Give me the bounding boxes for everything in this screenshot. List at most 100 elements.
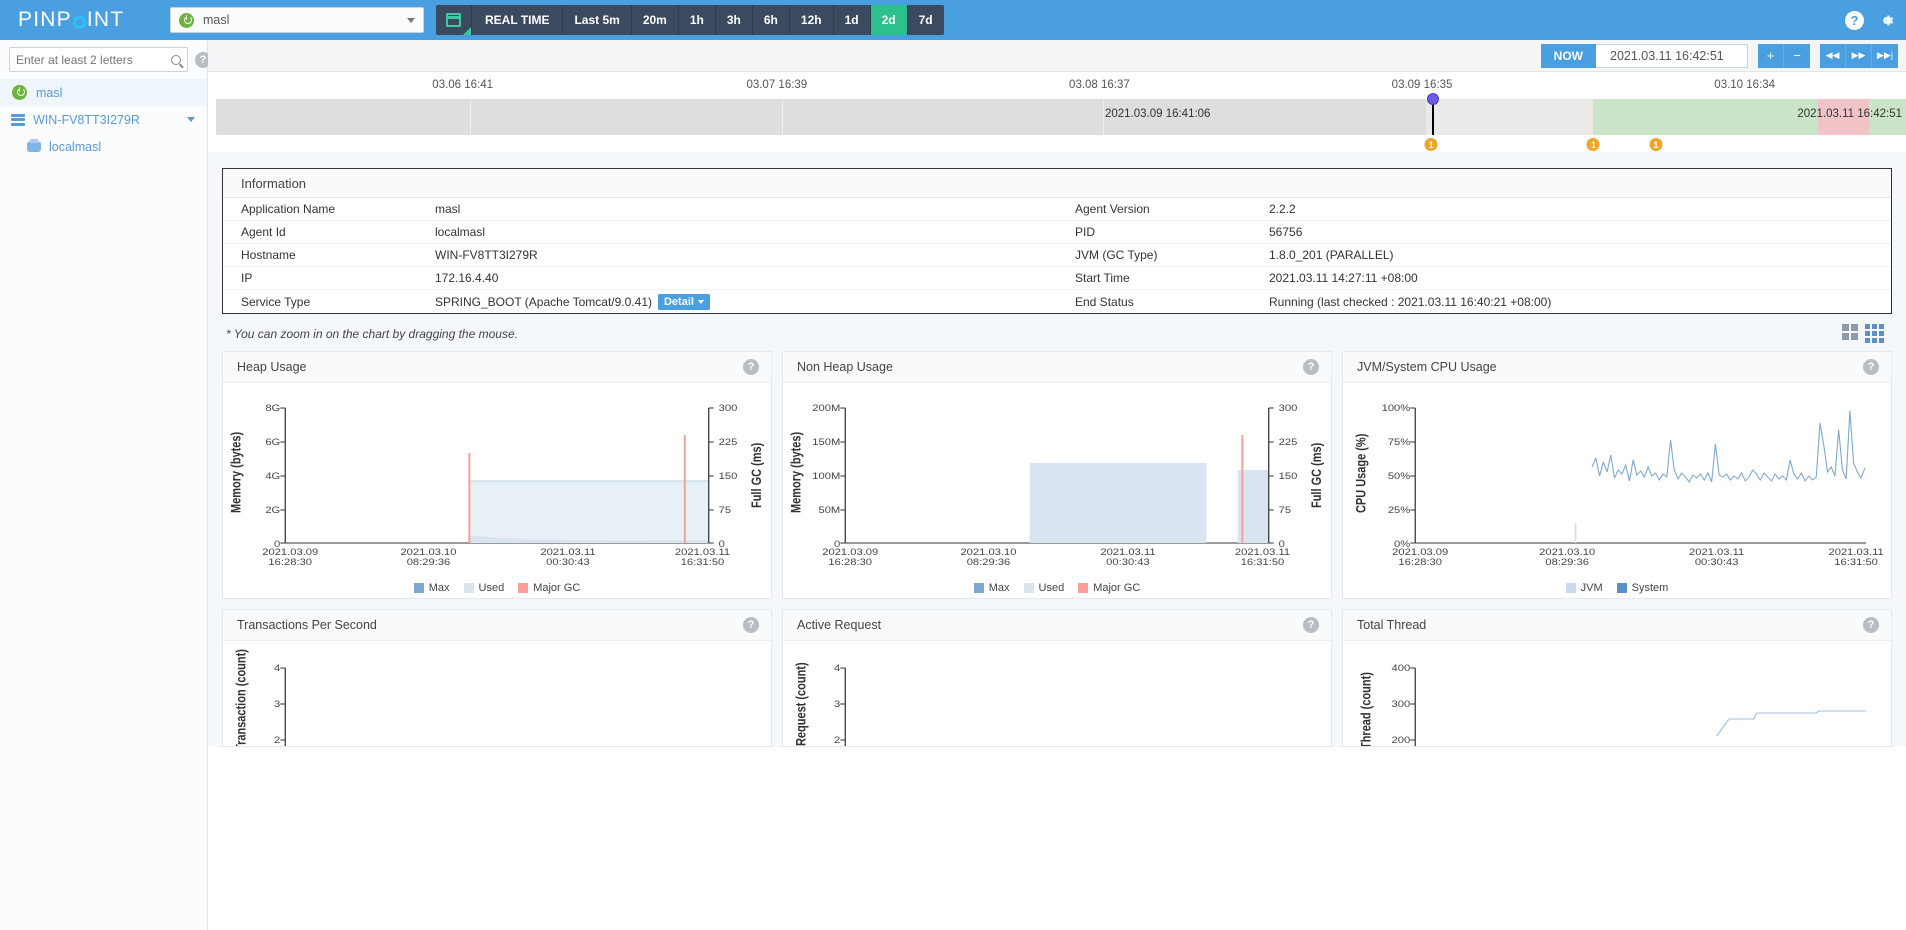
- time-button-last5m[interactable]: Last 5m: [563, 5, 632, 35]
- sidebar-search-row: ?: [0, 40, 211, 79]
- time-button-realtime[interactable]: REAL TIME: [472, 5, 564, 35]
- time-button-20m[interactable]: 20m: [632, 5, 679, 35]
- time-button-6h[interactable]: 6h: [753, 5, 790, 35]
- y-axis-title: Memory (bytes): [788, 432, 803, 513]
- chart-body[interactable]: Memory (bytes) 8G 6G 4G 2G 0 2021.03.09 …: [223, 383, 771, 598]
- help-icon[interactable]: ?: [1863, 617, 1879, 633]
- alert-badge[interactable]: 1: [1586, 138, 1600, 151]
- info-row-jvm: JVM (GC Type) 1.8.0_201 (PARALLEL): [1057, 244, 1891, 267]
- gear-icon[interactable]: [1877, 11, 1896, 30]
- time-button-12h[interactable]: 12h: [790, 5, 834, 35]
- last-button[interactable]: ▶▶|: [1872, 43, 1898, 68]
- calendar-button[interactable]: [436, 5, 472, 35]
- app-logo[interactable]: PINP INT: [0, 8, 170, 32]
- x-tick-line2: 00:30:43: [546, 558, 590, 568]
- time-button-1h[interactable]: 1h: [679, 5, 716, 35]
- chevron-down-icon[interactable]: [187, 117, 195, 122]
- agent-icon: [27, 138, 41, 152]
- time-button-2d[interactable]: 2d: [870, 5, 908, 35]
- chart-card-transactions-per-second: Transactions Per Second ? Transaction (c…: [222, 609, 772, 747]
- y-tick: 25%: [1388, 506, 1410, 516]
- info-key: IP: [241, 271, 253, 285]
- legend-item-used[interactable]: Used: [463, 582, 505, 594]
- x-tick-line1: 2021.03.11: [1689, 548, 1745, 558]
- non-heap-usage-plot[interactable]: Memory (bytes) 200M 150M 100M 50M 0 2021…: [783, 383, 1331, 598]
- help-icon[interactable]: ?: [1863, 359, 1879, 375]
- time-button-7d[interactable]: 7d: [908, 5, 944, 35]
- active-request-plot[interactable]: Request (count) 4 3 2: [783, 641, 1331, 746]
- legend-item-major-gc[interactable]: Major GC: [1078, 582, 1140, 594]
- timeline-track[interactable]: 2021.03.09 16:41:06 2021.03.11 16:42:51: [216, 99, 1906, 135]
- x-tick-line1: 2021.03.11: [540, 548, 596, 558]
- info-row-agent-version: Agent Version 2.2.2: [1057, 198, 1891, 221]
- cpu-usage-plot[interactable]: CPU Usage (%) 100% 75% 50% 25% 0% 2021.0…: [1343, 383, 1891, 598]
- y-tick: 3: [274, 700, 281, 710]
- info-value: 172.16.4.40: [435, 271, 499, 285]
- grid-3-icon[interactable]: [1865, 324, 1884, 343]
- zoom-out-button[interactable]: −: [1784, 43, 1810, 68]
- zoom-in-button[interactable]: +: [1758, 43, 1784, 68]
- time-button-label: REAL TIME: [485, 13, 550, 27]
- tps-plot[interactable]: Transaction (count) 4 3 2: [223, 641, 771, 746]
- chart-body[interactable]: Transaction (count) 4 3 2: [223, 641, 771, 746]
- total-thread-plot[interactable]: Thread (count) 400 300 200: [1343, 641, 1891, 746]
- y2-tick: 225: [1279, 438, 1298, 448]
- chart-body[interactable]: Request (count) 4 3 2: [783, 641, 1331, 746]
- chart-legend: Max Used Major GC: [223, 582, 771, 594]
- timeline-end-label: 2021.03.11 16:42:51: [1797, 108, 1902, 120]
- grid-2-icon[interactable]: [1842, 324, 1858, 343]
- next-button[interactable]: ▶▶: [1846, 43, 1872, 68]
- info-value-wrap: SPRING_BOOT (Apache Tomcat/9.0.41) Detai…: [435, 293, 1057, 310]
- time-button-1d[interactable]: 1d: [834, 5, 871, 35]
- heap-usage-plot[interactable]: Memory (bytes) 8G 6G 4G 2G 0 2021.03.09 …: [223, 383, 771, 598]
- x-tick-line2: 16:31:50: [1834, 558, 1878, 568]
- info-key: PID: [1075, 225, 1096, 239]
- info-row-hostname: Hostname WIN-FV8TT3I279R: [223, 244, 1057, 267]
- help-icon[interactable]: ?: [743, 359, 759, 375]
- chart-header: Heap Usage ?: [223, 352, 771, 383]
- legend-item-major-gc[interactable]: Major GC: [518, 582, 580, 594]
- help-icon[interactable]: ?: [1303, 359, 1319, 375]
- help-icon[interactable]: ?: [1845, 10, 1864, 30]
- chart-header: JVM/System CPU Usage ?: [1343, 352, 1891, 383]
- help-icon[interactable]: ?: [743, 617, 759, 633]
- help-icon[interactable]: ?: [1303, 617, 1319, 633]
- time-button-3h[interactable]: 3h: [716, 5, 753, 35]
- alert-badge[interactable]: 1: [1424, 138, 1438, 151]
- agent-timeline[interactable]: 03.06 16:41 03.07 16:39 03.08 16:37 03.0…: [208, 72, 1906, 152]
- legend-label: Used: [478, 582, 505, 594]
- timeline-cursor[interactable]: [1426, 93, 1439, 135]
- y2-axis-title: Full GC (ms): [749, 443, 764, 508]
- sidebar-item-agent-localmasl[interactable]: localmasl: [0, 133, 207, 160]
- chart-body[interactable]: Memory (bytes) 200M 150M 100M 50M 0 2021…: [783, 383, 1331, 598]
- prev-button[interactable]: ◀◀: [1820, 43, 1846, 68]
- timeline-pin-icon[interactable]: [1426, 93, 1439, 105]
- alert-badge[interactable]: 1: [1649, 138, 1663, 151]
- top-bar-actions: ?: [1845, 10, 1896, 30]
- legend-item-used[interactable]: Used: [1023, 582, 1064, 594]
- y-tick: 200M: [812, 404, 840, 414]
- application-select[interactable]: masl: [170, 7, 424, 33]
- search-box[interactable]: [9, 47, 188, 72]
- chart-title: Non Heap Usage: [797, 360, 893, 374]
- info-key: Start Time: [1075, 271, 1130, 285]
- chart-body[interactable]: Thread (count) 400 300 200: [1343, 641, 1891, 746]
- detail-button[interactable]: Detail: [657, 293, 710, 310]
- chart-body[interactable]: CPU Usage (%) 100% 75% 50% 25% 0% 2021.0…: [1343, 383, 1891, 598]
- legend-item-max[interactable]: Max: [973, 582, 1010, 594]
- y2-tick: 75: [719, 506, 732, 516]
- spring-boot-icon: [179, 12, 194, 28]
- sidebar-item-application-masl[interactable]: masl: [0, 79, 207, 106]
- legend-item-system[interactable]: System: [1616, 582, 1668, 594]
- y-tick: 75%: [1388, 438, 1410, 448]
- sidebar: ? masl WIN-FV8TT3I279R localmasl: [0, 40, 211, 930]
- legend-item-jvm[interactable]: JVM: [1565, 582, 1603, 594]
- sidebar-item-host[interactable]: WIN-FV8TT3I279R: [0, 106, 207, 133]
- search-icon[interactable]: [171, 54, 181, 65]
- now-button[interactable]: NOW: [1540, 43, 1596, 68]
- info-key: Agent Id: [241, 225, 286, 239]
- sidebar-item-label: localmasl: [49, 139, 102, 154]
- search-input[interactable]: [16, 52, 171, 67]
- legend-item-max[interactable]: Max: [413, 582, 450, 594]
- datetime-field[interactable]: 2021.03.11 16:42:51: [1596, 43, 1748, 68]
